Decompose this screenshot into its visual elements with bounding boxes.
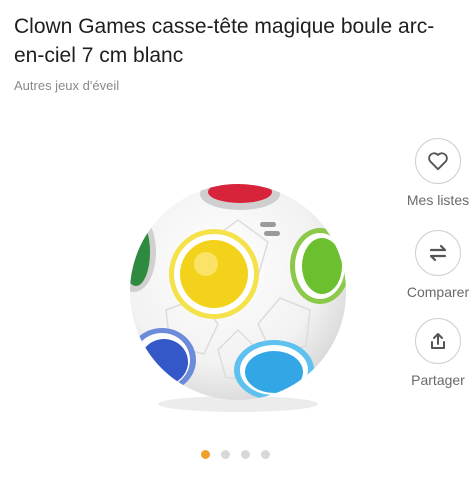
add-to-list-button[interactable]: Mes listes [393,138,470,208]
product-image[interactable] [118,180,358,420]
add-to-list-label: Mes listes [406,192,470,208]
share-button[interactable]: Partager [393,318,470,388]
product-title: Clown Games casse-tête magique boule arc… [14,15,435,67]
carousel-dot[interactable] [260,450,270,459]
share-label: Partager [411,372,465,388]
heart-icon [415,138,461,184]
carousel-dot[interactable] [240,450,250,459]
product-category-link[interactable]: Autres jeux d'éveil [14,78,119,93]
share-icon [415,318,461,364]
carousel-dot[interactable] [200,450,210,459]
carousel-dot[interactable] [220,450,230,459]
compare-arrows-icon [415,230,461,276]
compare-button[interactable]: Comparer [393,230,470,300]
image-carousel-indicator [0,450,470,459]
compare-label: Comparer [406,284,470,300]
rainbow-puzzle-ball-image [130,184,346,412]
